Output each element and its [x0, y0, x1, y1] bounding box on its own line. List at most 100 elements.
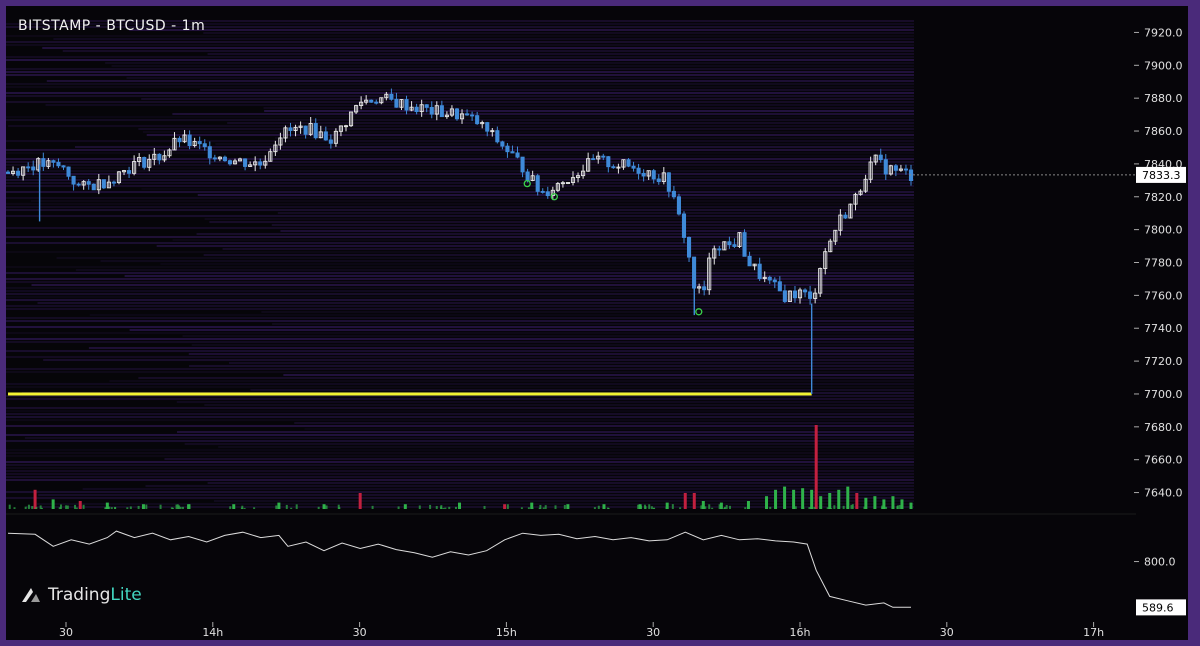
- volume-bar: [830, 507, 833, 509]
- heatmap-band: [111, 65, 914, 67]
- heatmap-band: [6, 293, 914, 295]
- heatmap-band: [8, 125, 915, 127]
- volume-bar: [108, 506, 111, 509]
- heatmap-band: [6, 215, 914, 217]
- candle-body: [782, 290, 787, 302]
- heatmap-band: [42, 47, 914, 49]
- heatmap-band: [203, 32, 914, 34]
- volume-bar: [51, 499, 55, 509]
- candle-body: [31, 166, 36, 171]
- volume-bar: [531, 507, 534, 509]
- time-tick-label: 30: [59, 626, 73, 639]
- volume-bar: [801, 488, 805, 509]
- candle-body: [606, 156, 611, 168]
- volume-bar: [892, 505, 895, 509]
- heatmap-band: [6, 425, 914, 427]
- volume-bar: [33, 489, 37, 509]
- heatmap-band: [6, 332, 914, 334]
- time-tick-label: 17h: [1083, 626, 1104, 639]
- volume-bar: [458, 505, 461, 509]
- heatmap-band: [6, 416, 914, 418]
- indicator-line: [7, 530, 911, 608]
- heatmap-band: [177, 431, 915, 433]
- volume-bar: [503, 504, 507, 509]
- volume-bar: [442, 507, 445, 509]
- indicator-tick-label: 800.0: [1144, 556, 1176, 569]
- volume-bar: [145, 504, 148, 509]
- heatmap-band: [6, 386, 914, 388]
- volume-bar: [418, 505, 421, 509]
- volume-bar: [744, 507, 747, 509]
- heatmap-band: [6, 44, 914, 46]
- volume-bar: [188, 504, 191, 509]
- volume-bar: [275, 505, 278, 509]
- candle-body: [66, 166, 71, 177]
- volume-bar: [808, 507, 811, 509]
- volume-bar: [898, 505, 901, 509]
- heatmap-band: [6, 149, 914, 151]
- volume-bar: [176, 504, 179, 509]
- volume-bar: [285, 504, 288, 509]
- volume-bar: [24, 506, 27, 509]
- heatmap-band: [100, 260, 914, 262]
- heatmap-band: [6, 470, 914, 472]
- volume-bar: [8, 504, 11, 509]
- volume-bar: [725, 505, 728, 509]
- price-tick-label: 7740.0: [1144, 322, 1183, 335]
- volume-bar: [900, 499, 904, 509]
- candle-body: [187, 134, 192, 146]
- candle-body: [767, 276, 772, 281]
- candle-body: [525, 171, 530, 182]
- heatmap-band: [200, 89, 915, 91]
- heatmap-band: [74, 146, 914, 148]
- price-tick-label: 7660.0: [1144, 454, 1183, 467]
- candle-body: [808, 291, 813, 299]
- indicator-value-label: 589.6: [1142, 601, 1174, 614]
- chart-canvas[interactable]: 7920.07900.07880.07860.07840.07820.07800…: [6, 6, 1188, 640]
- volume-bar: [82, 504, 85, 509]
- heatmap-band: [6, 461, 914, 463]
- heatmap-band: [189, 365, 914, 367]
- heatmap-band: [203, 254, 915, 256]
- heatmap-band: [6, 368, 914, 370]
- price-tick-label: 7820.0: [1144, 191, 1183, 204]
- candle-body: [717, 248, 722, 251]
- volume-bar: [338, 507, 341, 509]
- volume-bar: [317, 506, 320, 509]
- volume-bar: [653, 507, 656, 509]
- heatmap-band: [6, 173, 914, 175]
- heatmap-band: [6, 473, 914, 475]
- volume-bar: [723, 507, 726, 509]
- volume-bar: [179, 506, 182, 509]
- candle-body: [656, 178, 661, 182]
- heatmap-band: [89, 314, 915, 316]
- candle-body: [500, 141, 505, 147]
- heatmap-band: [6, 455, 914, 457]
- candle-body: [202, 143, 207, 148]
- last-price-label: 7833.3: [1142, 169, 1181, 182]
- volume-bar: [814, 425, 818, 509]
- heatmap-band: [6, 278, 914, 280]
- brand-name-part2: Lite: [110, 585, 142, 605]
- heatmap-band: [6, 140, 914, 142]
- heatmap-band: [6, 413, 914, 415]
- volume-bar: [765, 496, 769, 509]
- volume-bar: [126, 507, 129, 509]
- heatmap-band: [283, 374, 914, 376]
- heatmap-band: [207, 53, 914, 55]
- candle-body: [424, 104, 429, 108]
- volume-bar: [644, 506, 647, 509]
- heatmap-band: [209, 221, 915, 223]
- volume-bar: [566, 504, 570, 509]
- heatmap-band: [45, 104, 915, 106]
- volume-bar: [35, 507, 38, 509]
- candle-body: [258, 161, 263, 166]
- heatmap-band: [6, 476, 914, 478]
- heatmap-band: [6, 179, 914, 181]
- candle-body: [732, 244, 737, 247]
- price-tick-label: 7760.0: [1144, 289, 1183, 302]
- volume-bar: [243, 507, 246, 509]
- volume-bar: [129, 506, 132, 509]
- candle-body: [127, 170, 132, 174]
- heatmap-band: [129, 29, 914, 31]
